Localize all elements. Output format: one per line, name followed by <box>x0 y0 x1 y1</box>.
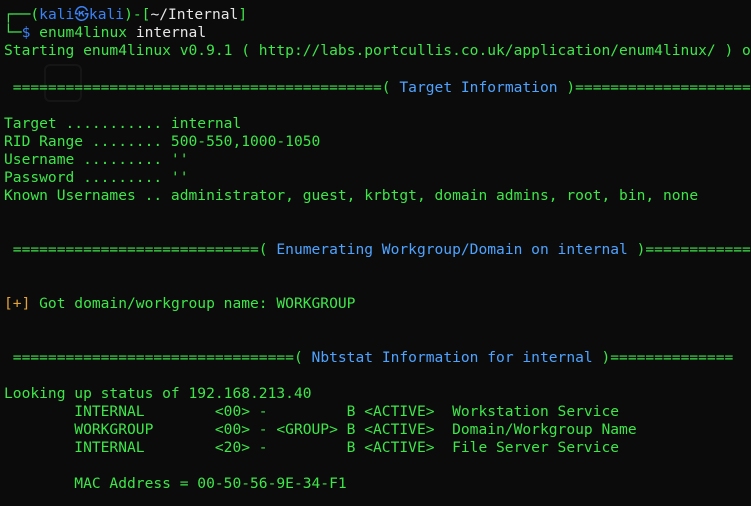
prompt-corner-top: ┌──( <box>4 6 40 23</box>
start-banner: Starting enum4linux v0.9.1 ( http://labs… <box>4 42 751 59</box>
nbtstat-row: INTERNAL <20> - B <ACTIVE> File Server S… <box>4 439 620 456</box>
section-rule-left: ================================( <box>4 349 312 366</box>
nbtstat-row: WORKGROUP <00> - <GROUP> B <ACTIVE> Doma… <box>4 421 637 438</box>
section-rule-right: )===================== <box>557 79 751 96</box>
prompt-corner-bottom: └─ <box>4 24 22 41</box>
mac-address-line: MAC Address = 00-50-56-9E-34-F1 <box>4 475 347 492</box>
workgroup-result-line: [+] Got domain/workgroup name: WORKGROUP <box>4 295 355 313</box>
lookup-status-line: Looking up status of 192.168.213.40 <box>4 385 312 402</box>
section-title: Nbtstat Information for internal <box>311 349 593 366</box>
section-rule-right: )============ <box>627 241 751 258</box>
prompt-user: kali <box>39 6 75 23</box>
prompt-at-symbol: ㉿ <box>74 6 89 23</box>
section-rule-right: )============== <box>592 349 734 366</box>
prompt-close-bracket: ] <box>238 6 248 23</box>
section-title: Target Information <box>399 79 558 96</box>
workgroup-result-text: Got domain/workgroup name: WORKGROUP <box>30 295 356 312</box>
known-usernames-line: Known Usernames .. administrator, guest,… <box>4 187 699 204</box>
prompt-cwd: ~/Internal <box>150 6 239 23</box>
prompt-host: kali <box>88 6 125 23</box>
section-title: Enumerating Workgroup/Domain on internal <box>276 241 628 258</box>
terminal-window[interactable]: ┌──(kali㉿kali)-[~/Internal] └─$ enum4lin… <box>0 0 751 506</box>
section-header-nbtstat: ================================( Nbtsta… <box>4 349 734 367</box>
username-line: Username ......... '' <box>4 151 189 168</box>
command-name: enum4linux <box>39 24 128 41</box>
prompt-dash-bracket: -[ <box>132 6 151 23</box>
command-argument: internal <box>135 24 207 41</box>
section-rule-left: ============================( <box>4 241 277 258</box>
rid-range-line: RID Range ........ 500-550,1000-1050 <box>4 133 321 150</box>
section-header-workgroup: ============================( Enumeratin… <box>4 241 751 259</box>
password-line: Password ......... '' <box>4 169 189 186</box>
prompt-dollar: $ <box>21 24 31 41</box>
section-rule-left: ========================================… <box>4 79 400 96</box>
target-line: Target ........... internal <box>4 115 242 132</box>
prompt-close-paren: ) <box>124 6 133 23</box>
nbtstat-row: INTERNAL <00> - B <ACTIVE> Workstation S… <box>4 403 620 420</box>
command-line[interactable]: └─$ enum4linux internal <box>4 24 206 42</box>
section-header-target: ========================================… <box>4 79 751 97</box>
success-marker: [+] <box>4 295 31 312</box>
prompt-line: ┌──(kali㉿kali)-[~/Internal] <box>4 6 247 24</box>
